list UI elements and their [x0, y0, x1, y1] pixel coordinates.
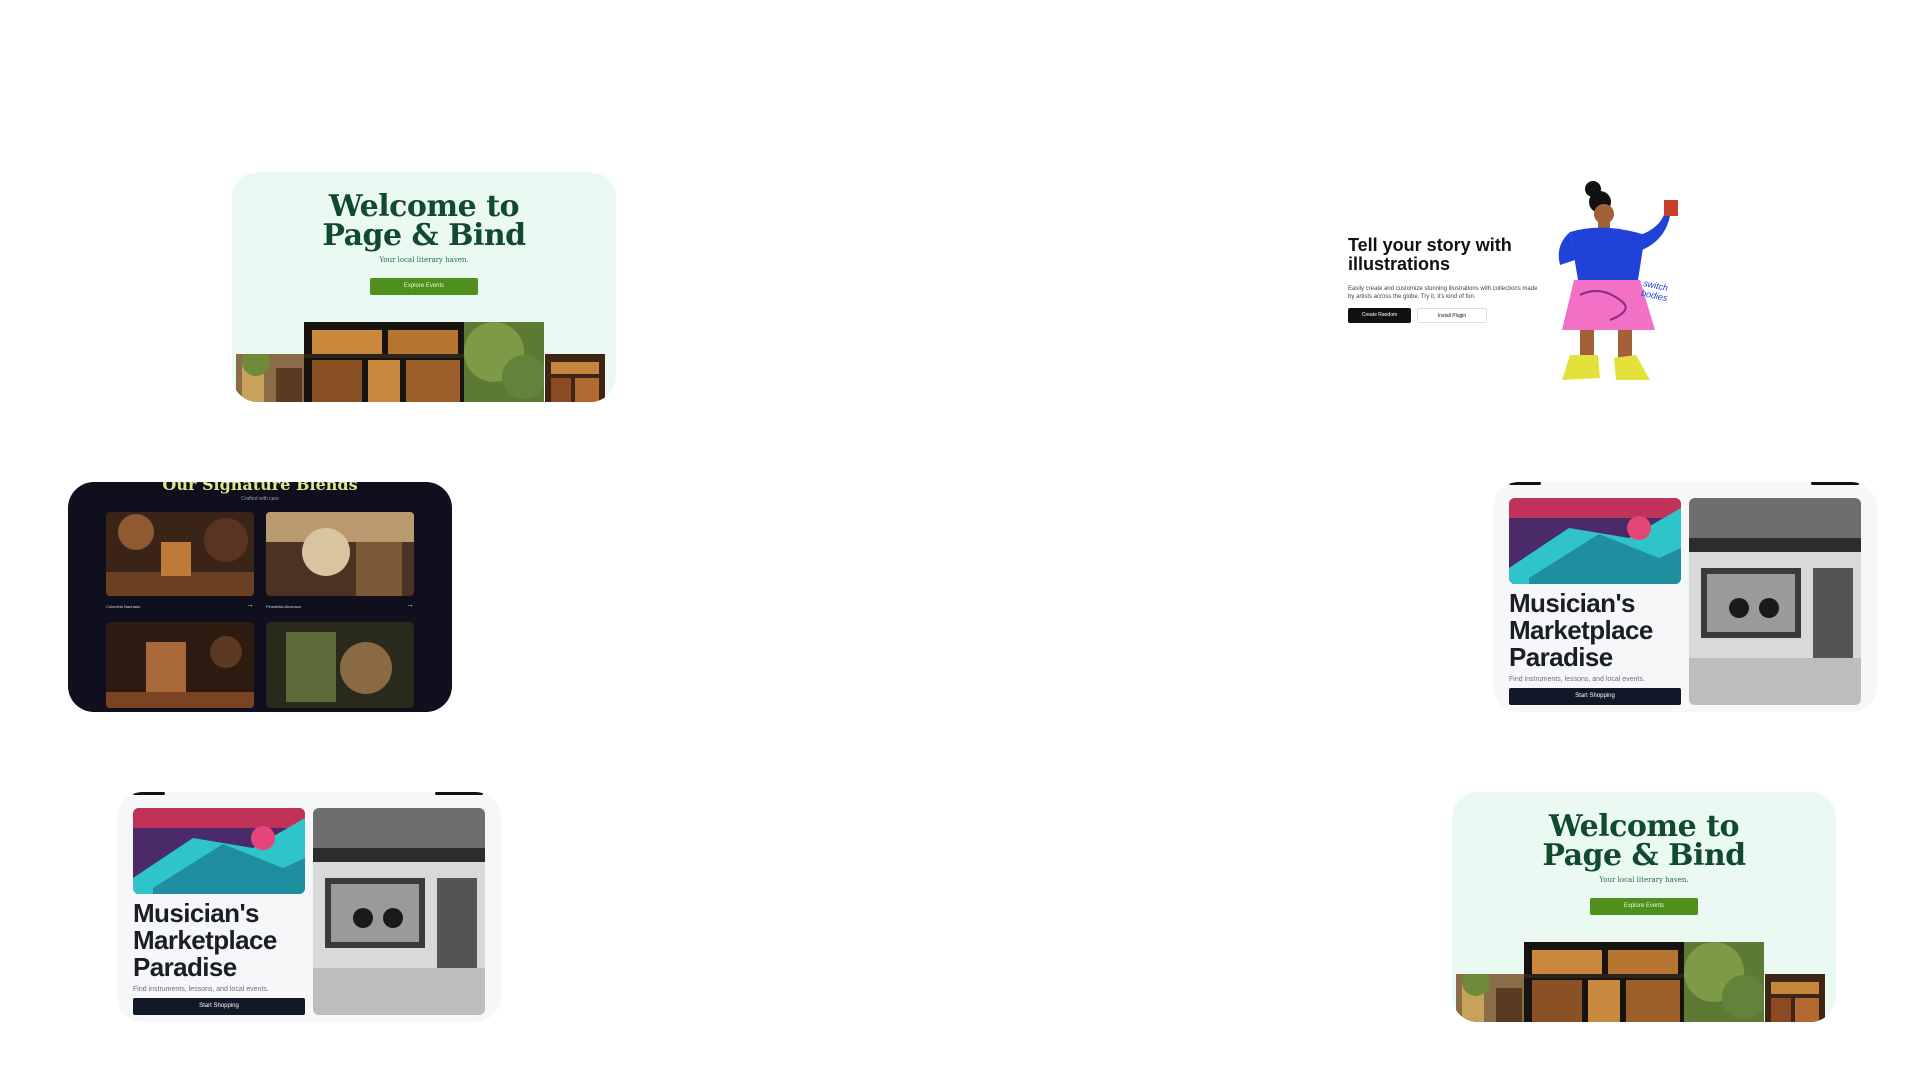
hero-subtitle: Find instruments, lessons, and local eve…	[1509, 676, 1645, 683]
create-random-button[interactable]: Create Random	[1348, 308, 1411, 323]
coffee-photo-1	[106, 512, 254, 596]
storefront-left-image	[1456, 968, 1526, 1022]
start-shopping-button[interactable]: Start Shopping	[1509, 688, 1681, 705]
explore-events-button[interactable]: Explore Events	[370, 278, 478, 295]
arrow-right-icon[interactable]: →	[246, 600, 254, 609]
subtitle: Your local literary haven.	[379, 256, 469, 264]
hero-subtitle: Find instruments, lessons, and local eve…	[133, 986, 269, 993]
hero-title: Musician's Marketplace Paradise	[133, 900, 277, 981]
title-line-1: Musician's	[1509, 588, 1636, 618]
illustration-description: Easily create and customize stunning ill…	[1348, 286, 1538, 300]
title-line-3: Paradise	[133, 952, 237, 982]
title-line-1: Welcome to	[1548, 809, 1740, 844]
install-plugin-button[interactable]: Install Plugin	[1417, 308, 1487, 323]
musician-marketplace-preview-card[interactable]: Musician's Marketplace Paradise Find ins…	[117, 792, 501, 1022]
top-edge-bar	[1811, 482, 1859, 485]
title-line-2: Page & Bind	[1542, 838, 1746, 873]
coffee-photo-2	[266, 512, 414, 596]
page-bind-preview-card[interactable]: Welcome to Page & Bind Your local litera…	[232, 172, 616, 402]
music-store-image	[1689, 498, 1861, 705]
coffee-blends-preview-card[interactable]: Our Signature Blends Crafted with care C…	[68, 482, 452, 712]
guitar-image	[133, 808, 305, 894]
storefront-right-image	[545, 354, 605, 402]
bookstore-storefront-image	[304, 322, 546, 402]
title-line-1: Musician's	[133, 898, 260, 928]
top-edge-bar	[133, 792, 165, 795]
coffee-item-label-2: Pinealetia Alcohaso	[266, 604, 301, 609]
top-edge-bar	[435, 792, 483, 795]
hero-title: Musician's Marketplace Paradise	[1509, 590, 1653, 671]
storefront-left-image	[236, 348, 306, 402]
subtitle: Your local literary haven.	[1599, 876, 1689, 884]
top-edge-bar	[1509, 482, 1541, 485]
arrow-right-icon[interactable]: →	[406, 600, 414, 609]
title-line-2: Marketplace	[133, 925, 277, 955]
page-title: Welcome to Page & Bind	[1452, 809, 1836, 873]
section-subtitle: Crafted with care	[241, 496, 279, 502]
explore-events-button[interactable]: Explore Events	[1590, 898, 1698, 915]
music-store-image	[313, 808, 485, 1015]
start-shopping-button[interactable]: Start Shopping	[133, 998, 305, 1015]
coffee-photo-3	[106, 622, 254, 708]
title-line-3: Paradise	[1509, 642, 1613, 672]
guitar-image	[1509, 498, 1681, 584]
coffee-item-label-1: Colombia Narinado	[106, 604, 141, 609]
bookstore-storefront-image	[1524, 942, 1766, 1022]
section-title: Our Signature Blends	[162, 482, 358, 494]
title-line-2: Page & Bind	[322, 218, 526, 253]
illustration-title: Tell your story with illustrations	[1348, 235, 1512, 274]
coffee-photo-4	[266, 622, 414, 708]
page-bind-preview-card[interactable]: Welcome to Page & Bind Your local litera…	[1452, 792, 1836, 1022]
title-line-1: Welcome to	[328, 189, 520, 224]
storefront-right-image	[1765, 974, 1825, 1022]
page-title: Welcome to Page & Bind	[232, 189, 616, 253]
musician-marketplace-preview-card[interactable]: Musician's Marketplace Paradise Find ins…	[1493, 482, 1877, 712]
title-line-2: Marketplace	[1509, 615, 1653, 645]
